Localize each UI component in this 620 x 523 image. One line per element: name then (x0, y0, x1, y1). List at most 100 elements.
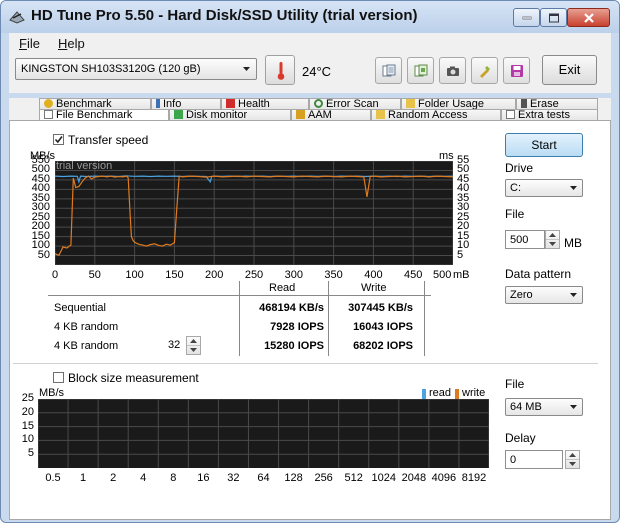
header-write: Write (361, 282, 387, 294)
spin-up-icon (190, 339, 197, 343)
tab-folder-usage[interactable]: Folder Usage (401, 98, 516, 109)
x-tick-label: 2048 (401, 472, 427, 484)
delay-input[interactable]: 0 (505, 450, 563, 469)
temperature-button[interactable] (265, 55, 295, 85)
menu-help[interactable]: Help (58, 36, 85, 51)
tab-aam[interactable]: AAM (291, 109, 371, 120)
row-sequential-label: Sequential (54, 302, 106, 314)
block-file-label: File (505, 377, 525, 391)
drive-select[interactable]: KINGSTON SH103S3120G (120 gB) (15, 58, 257, 80)
copy-screen-icon (414, 64, 428, 77)
copy-text-button[interactable] (375, 57, 402, 84)
x-tick-label: 500 (433, 269, 452, 281)
title-bar[interactable]: HD Tune Pro 5.50 - Hard Disk/SSD Utility… (1, 1, 619, 33)
copy-screen-button[interactable] (407, 57, 434, 84)
window-title: HD Tune Pro 5.50 - Hard Disk/SSD Utility… (31, 7, 418, 24)
tab-benchmark[interactable]: Benchmark (39, 98, 151, 109)
x-tick-label: 200 (205, 269, 224, 281)
x-tick-label: 350 (324, 269, 343, 281)
tab-random-access[interactable]: Random Access (371, 109, 501, 120)
close-button[interactable] (567, 8, 610, 27)
block-file-value: 64 MB (510, 401, 542, 413)
transfer-speed-checkbox[interactable] (53, 134, 64, 145)
close-icon (583, 12, 594, 23)
queue-depth-value: 32 (168, 339, 181, 351)
row-4kb-random-write: 16043 IOPS (353, 321, 413, 333)
tab-erase[interactable]: Erase (516, 98, 598, 109)
file-page-icon (44, 110, 53, 119)
tabs-row-2: File Benchmark Disk monitor AAM Random A… (9, 109, 611, 120)
camera-icon (447, 66, 459, 76)
trial-watermark: trial version (56, 160, 113, 172)
legend-read-label: read (429, 387, 452, 399)
y-tick-label: 20 (21, 405, 34, 418)
minimize-button[interactable] (513, 8, 540, 27)
save-icon (511, 65, 523, 77)
copy-text-icon (382, 64, 396, 77)
spin-up-button[interactable] (187, 337, 200, 346)
delay-stepper[interactable] (565, 450, 580, 469)
row-4kb-random-label: 4 KB random (54, 321, 119, 333)
legend-read-swatch (422, 389, 426, 399)
row-sequential-write: 307445 KB/s (348, 302, 413, 314)
drive-letter-select[interactable]: C: (505, 179, 583, 197)
x-tick-label: 4 (140, 472, 147, 484)
save-button[interactable] (503, 57, 530, 84)
tabs-row-1: Benchmark Info Health Error Scan Folder … (9, 98, 611, 109)
block-unit-label: MB/s (39, 387, 65, 399)
tab-file-benchmark[interactable]: File Benchmark (39, 109, 169, 120)
x-tick-label: 450 (404, 269, 423, 281)
x-tick-label: 2 (110, 472, 117, 484)
y-tick-label: 15 (21, 419, 34, 432)
file-size-input[interactable]: 500 (505, 230, 545, 249)
block-size-checkbox[interactable] (53, 372, 64, 383)
data-pattern-select[interactable]: Zero (505, 286, 583, 304)
start-button[interactable]: Start (505, 133, 583, 157)
transfer-speed-label: Transfer speed (68, 133, 149, 147)
screenshot-button[interactable] (439, 57, 466, 84)
extra-tests-icon (506, 110, 515, 119)
spin-down-icon (569, 461, 576, 466)
drive-letter-value: C: (510, 182, 521, 194)
chevron-down-icon (570, 405, 577, 409)
x-tick-label: 256 (314, 472, 333, 484)
spin-down-icon (549, 241, 556, 246)
app-disk-icon (9, 11, 25, 24)
transfer-speed-chart (55, 161, 453, 265)
queue-depth-field[interactable]: 32 (166, 336, 188, 355)
tab-health[interactable]: Health (221, 98, 309, 109)
block-file-select[interactable]: 64 MB (505, 398, 583, 416)
spin-down-button[interactable] (187, 346, 200, 355)
info-icon (156, 99, 160, 108)
minimize-icon (522, 16, 531, 19)
delay-label: Delay (505, 431, 536, 445)
maximize-button[interactable] (540, 8, 567, 27)
results-divider-2 (328, 281, 329, 356)
x-tick-label: 250 (244, 269, 264, 281)
tab-error-scan[interactable]: Error Scan (309, 98, 401, 109)
x-tick-label: 1024 (371, 472, 397, 484)
file-size-label: File (505, 207, 525, 221)
drive-label: Drive (505, 161, 534, 175)
options-button[interactable] (471, 57, 498, 84)
delay-down-button[interactable] (566, 460, 579, 469)
menu-file[interactable]: File (19, 36, 40, 51)
tab-info[interactable]: Info (151, 98, 221, 109)
delay-up-button[interactable] (566, 451, 579, 460)
block-size-label: Block size measurement (68, 371, 199, 385)
x-tick-label: 32 (227, 472, 240, 484)
legend-write-label: write (462, 387, 486, 399)
tab-extra-tests[interactable]: Extra tests (501, 109, 598, 120)
file-size-down-button[interactable] (546, 240, 559, 249)
y-tick-label: 550 (31, 154, 50, 166)
delay-value: 0 (510, 454, 517, 466)
file-size-up-button[interactable] (546, 231, 559, 240)
tab-disk-monitor[interactable]: Disk monitor (169, 109, 291, 120)
y-tick-label: 25 (21, 392, 34, 404)
x-tick-label: 64 (257, 472, 270, 484)
file-size-unit: MB (564, 236, 582, 250)
data-pattern-label: Data pattern (505, 267, 572, 281)
exit-button[interactable]: Exit (542, 55, 597, 85)
file-size-stepper[interactable] (545, 230, 560, 249)
queue-depth-stepper[interactable] (186, 336, 201, 355)
